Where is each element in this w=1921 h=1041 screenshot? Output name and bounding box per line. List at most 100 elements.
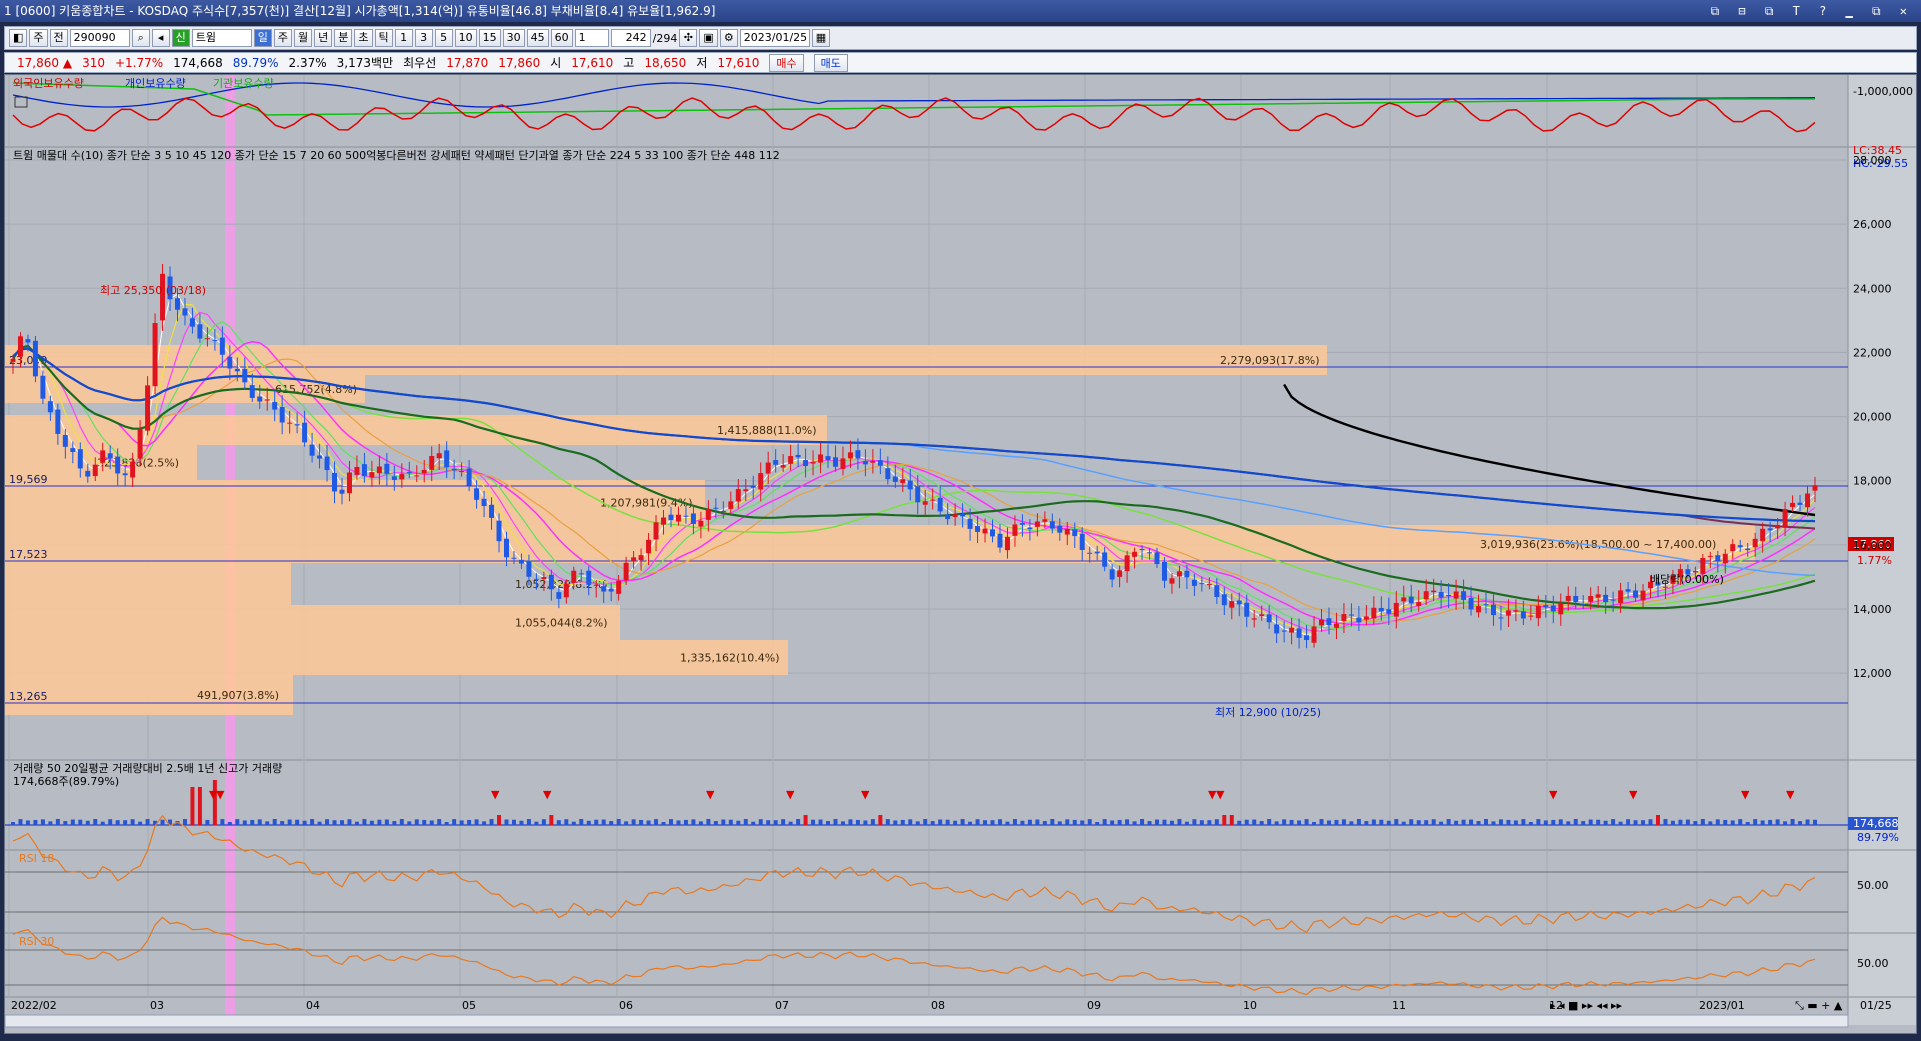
sell-button[interactable]: 매도	[813, 53, 848, 72]
volume-signal-arrow: ▼	[216, 788, 225, 801]
volume-bar	[796, 819, 801, 825]
unit-select[interactable]: 1	[574, 29, 609, 47]
stock-name[interactable]: 트윔	[191, 29, 252, 47]
period-select[interactable]: 주	[29, 29, 48, 47]
candle-body	[638, 555, 644, 561]
candle-body	[197, 324, 203, 339]
tab-month[interactable]: 월	[294, 29, 313, 47]
volume-bar	[18, 819, 23, 825]
volume-bar	[1648, 819, 1653, 825]
volume-bar	[601, 819, 606, 825]
candle-body	[1722, 553, 1728, 564]
buy-button[interactable]: 매수	[769, 53, 804, 72]
candle-body	[107, 453, 113, 459]
interval-60[interactable]: 60	[550, 29, 573, 47]
volume-signal-arrow: ▼	[1786, 788, 1795, 801]
volume-bar	[1192, 819, 1197, 825]
candle-body	[1453, 591, 1459, 599]
volume-bar	[683, 819, 688, 825]
volume-bar	[900, 819, 905, 825]
candle-body	[1393, 602, 1399, 617]
date-axis-label: 09	[1087, 999, 1101, 1012]
volume-bar	[1603, 820, 1608, 825]
candle-body	[960, 513, 966, 517]
volume-bar	[1080, 820, 1085, 825]
candle-body	[1707, 555, 1713, 557]
crosshair-icon[interactable]: ✣	[679, 29, 698, 47]
volume-bar	[1177, 819, 1182, 825]
candle-body	[219, 337, 225, 355]
horizontal-scrollbar[interactable]	[5, 1014, 1849, 1028]
candle-body	[1401, 597, 1407, 602]
volume-profile-label: 1,335,162(10.4%)	[680, 652, 780, 665]
interval-30[interactable]: 30	[502, 29, 525, 47]
interval-5[interactable]: 5	[434, 29, 453, 47]
volume-bar	[1274, 821, 1279, 825]
candle-body	[1760, 528, 1766, 542]
interval-10[interactable]: 10	[454, 29, 477, 47]
tab-week[interactable]: 주	[273, 29, 293, 47]
volume-bar	[526, 819, 531, 825]
candle-body	[1184, 570, 1190, 578]
volume-bar	[190, 787, 195, 825]
speaker-icon[interactable]: ◂	[151, 29, 170, 47]
quote-bar: 17,860 ▲ 310 +1.77% 174,668 89.79% 2.37%…	[4, 52, 1917, 73]
window-controls[interactable]: ⧉ ⊟ ⧉ T ? ▁ ⧉ ✕	[1711, 0, 1913, 22]
interval-15[interactable]: 15	[478, 29, 501, 47]
candle-body	[1558, 603, 1564, 615]
date-input[interactable]: 2023/01/25	[739, 29, 810, 47]
volume-bar	[197, 787, 202, 825]
candle-body	[1214, 585, 1220, 598]
candle-body	[1580, 604, 1586, 606]
count-input[interactable]: 242	[610, 29, 651, 47]
interval-3[interactable]: 3	[414, 29, 433, 47]
volume-bar	[1267, 819, 1272, 825]
volume-bar	[272, 819, 277, 825]
candle-body	[130, 461, 136, 478]
candle-body	[1782, 508, 1788, 528]
volume-bar	[1214, 819, 1219, 825]
candle-body	[287, 422, 293, 424]
volume-bar	[1528, 821, 1533, 825]
candle-body	[503, 538, 509, 558]
candle-body	[1117, 570, 1123, 577]
interval-45[interactable]: 45	[526, 29, 549, 47]
interval-1[interactable]: 1	[394, 29, 413, 47]
tab-year[interactable]: 년	[314, 29, 333, 47]
candle-body	[346, 472, 352, 494]
candle-body	[795, 454, 801, 458]
volume-bar	[1805, 819, 1810, 825]
level-label: 17,523	[9, 548, 48, 561]
candle-body	[384, 463, 390, 474]
volume-bar	[55, 819, 60, 825]
volume-bar	[586, 820, 591, 825]
candle-body	[1745, 548, 1751, 551]
save-icon[interactable]: ▣	[699, 29, 718, 47]
chart-type-icon[interactable]: ◧	[9, 29, 28, 47]
legend-individual: 개인보유수량	[125, 77, 186, 90]
stock-code-input[interactable]: 290090	[69, 29, 130, 47]
chart-area[interactable]: 외국인보유수량 개인보유수량 기관보유수량 -1,000,000 2,279,0…	[4, 74, 1917, 1034]
candle-body	[122, 473, 128, 476]
candle-body	[1730, 544, 1736, 552]
tab-tick[interactable]: 틱	[374, 29, 393, 47]
candle-body	[907, 480, 913, 490]
candle-body	[1610, 599, 1616, 601]
tab-second[interactable]: 초	[354, 29, 373, 47]
low-price: 17,610	[717, 55, 760, 70]
calendar-icon[interactable]: ▦	[811, 29, 831, 47]
tab-minute[interactable]: 분	[334, 29, 353, 47]
tab-day[interactable]: 일	[253, 29, 272, 47]
candle-body	[160, 273, 166, 321]
volume-bar	[399, 819, 404, 825]
gear-icon[interactable]: ⚙	[719, 29, 738, 47]
search-icon[interactable]: ⌕	[131, 29, 150, 47]
chart-canvas[interactable]: 외국인보유수량 개인보유수량 기관보유수량 -1,000,000 2,279,0…	[5, 75, 1917, 1034]
candle-body	[1513, 610, 1519, 612]
candle-body	[1102, 552, 1108, 567]
volume-bar	[930, 821, 935, 825]
volume-bar	[975, 819, 980, 825]
mode-select[interactable]: 전	[49, 29, 68, 47]
candle-body	[32, 340, 38, 377]
volume-bar	[437, 819, 442, 825]
